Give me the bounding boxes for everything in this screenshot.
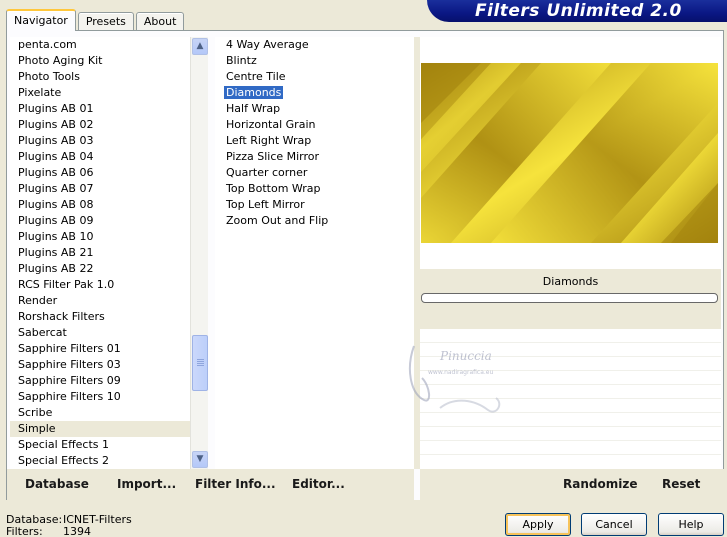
scroll-thumb[interactable] xyxy=(192,335,208,391)
filter-item-label: Top Bottom Wrap xyxy=(226,182,321,195)
filter-item-label: Horizontal Grain xyxy=(226,118,316,131)
category-item[interactable]: penta.com xyxy=(10,37,190,53)
filter-item[interactable]: Pizza Slice Mirror xyxy=(215,149,414,165)
reset-button[interactable]: Reset xyxy=(662,469,700,500)
category-item[interactable]: Simple xyxy=(10,421,190,437)
category-item[interactable]: Sapphire Filters 10 xyxy=(10,389,190,405)
category-item[interactable]: Sabercat xyxy=(10,325,190,341)
filter-item[interactable]: Zoom Out and Flip xyxy=(215,213,414,229)
category-item[interactable]: Special Effects 1 xyxy=(10,437,190,453)
filter-item-label: Left Right Wrap xyxy=(226,134,312,147)
randomize-button[interactable]: Randomize xyxy=(563,469,637,500)
category-item[interactable]: Sapphire Filters 03 xyxy=(10,357,190,373)
filter-item[interactable]: Top Bottom Wrap xyxy=(215,181,414,197)
category-item[interactable]: Photo Tools xyxy=(10,69,190,85)
category-item[interactable]: Render xyxy=(10,293,190,309)
category-item[interactable]: Rorshack Filters xyxy=(10,309,190,325)
filter-item[interactable]: 4 Way Average xyxy=(215,37,414,53)
parameter-slot xyxy=(420,441,721,455)
filter-item[interactable]: Centre Tile xyxy=(215,69,414,85)
apply-button[interactable]: Apply xyxy=(505,513,571,536)
category-item[interactable]: Photo Aging Kit xyxy=(10,53,190,69)
category-item[interactable]: Plugins AB 21 xyxy=(10,245,190,261)
category-item[interactable]: Plugins AB 01 xyxy=(10,101,190,117)
tab-strip: Navigator Presets About xyxy=(6,9,186,31)
filter-item-label: Pizza Slice Mirror xyxy=(226,150,320,163)
editor-button[interactable]: Editor... xyxy=(292,469,345,500)
scroll-up-button[interactable]: ▲ xyxy=(192,38,208,55)
app-title: Filters Unlimited 2.0 xyxy=(475,1,682,21)
filters-info: Filters: 1394 xyxy=(6,525,91,537)
filter-name-panel: Diamonds xyxy=(420,269,721,329)
filter-info-button[interactable]: Filter Info... xyxy=(195,469,276,500)
watermark-logo: Pinuccia www.nadiragrafica.eu xyxy=(408,345,501,413)
filter-item[interactable]: Left Right Wrap xyxy=(215,133,414,149)
parameter-slot xyxy=(420,427,721,441)
filter-item-label: Centre Tile xyxy=(226,70,286,83)
category-item[interactable]: Special Effects 2 xyxy=(10,453,190,469)
filter-item-label: Diamonds xyxy=(224,86,284,99)
progress-bar xyxy=(421,293,718,303)
import-button[interactable]: Import... xyxy=(117,469,176,500)
filter-item-label: Top Left Mirror xyxy=(226,198,305,211)
category-item[interactable]: Plugins AB 09 xyxy=(10,213,190,229)
category-item[interactable]: Plugins AB 06 xyxy=(10,165,190,181)
category-item[interactable]: Sapphire Filters 09 xyxy=(10,373,190,389)
category-list[interactable]: penta.com Photo Aging Kit Photo Tools Pixel… xyxy=(10,37,190,469)
watermark-site: www.nadiragrafica.eu xyxy=(428,369,493,376)
filters-label: Filters: xyxy=(6,525,43,537)
current-filter-name: Diamonds xyxy=(542,275,599,288)
filter-item-label: Zoom Out and Flip xyxy=(226,214,329,227)
tab-navigator[interactable]: Navigator xyxy=(6,9,76,31)
tab-presets[interactable]: Presets xyxy=(77,12,134,31)
filter-item-label: 4 Way Average xyxy=(226,38,309,51)
filter-item-label: Blintz xyxy=(226,54,257,67)
chevron-up-icon: ▲ xyxy=(196,41,204,51)
filter-item[interactable]: Half Wrap xyxy=(215,101,414,117)
category-item[interactable]: Sapphire Filters 01 xyxy=(10,341,190,357)
category-item[interactable]: Scribe xyxy=(10,405,190,421)
category-item[interactable]: Pixelate xyxy=(10,85,190,101)
database-button[interactable]: Database xyxy=(25,469,89,500)
toolbar-separator xyxy=(414,469,420,500)
diamonds-preview-graphic xyxy=(421,63,718,243)
grip-icon xyxy=(197,359,204,367)
category-item[interactable]: Plugins AB 03 xyxy=(10,133,190,149)
scroll-down-button[interactable]: ▼ xyxy=(192,451,208,468)
filter-item[interactable]: Quarter corner xyxy=(215,165,414,181)
title-banner: Filters Unlimited 2.0 xyxy=(427,0,727,22)
filter-item[interactable]: Diamonds xyxy=(215,85,414,101)
filter-item-label: Quarter corner xyxy=(226,166,308,179)
cancel-button[interactable]: Cancel xyxy=(581,513,647,536)
category-item[interactable]: Plugins AB 04 xyxy=(10,149,190,165)
preview-image xyxy=(421,63,718,243)
category-item[interactable]: Plugins AB 02 xyxy=(10,117,190,133)
list-divider xyxy=(208,37,215,469)
filter-item[interactable]: Horizontal Grain xyxy=(215,117,414,133)
category-item[interactable]: Plugins AB 10 xyxy=(10,229,190,245)
category-scrollbar[interactable]: ▲ ▼ xyxy=(190,37,208,469)
filter-item[interactable]: Top Left Mirror xyxy=(215,197,414,213)
category-item[interactable]: Plugins AB 08 xyxy=(10,197,190,213)
category-item[interactable]: RCS Filter Pak 1.0 xyxy=(10,277,190,293)
filter-list[interactable]: 4 Way Average Blintz Centre Tile Diamonds Ha… xyxy=(215,37,414,469)
help-button[interactable]: Help xyxy=(658,513,724,536)
tab-about[interactable]: About xyxy=(135,12,185,31)
bottom-toolbar: Database Import... Filter Info... Editor… xyxy=(7,469,724,500)
filter-item[interactable]: Blintz xyxy=(215,53,414,69)
category-item[interactable]: Plugins AB 07 xyxy=(10,181,190,197)
chevron-down-icon: ▼ xyxy=(196,454,204,464)
filter-item-label: Half Wrap xyxy=(226,102,281,115)
watermark-name: Pinuccia xyxy=(439,349,492,363)
filters-count: 1394 xyxy=(63,525,91,537)
category-item[interactable]: Plugins AB 22 xyxy=(10,261,190,277)
